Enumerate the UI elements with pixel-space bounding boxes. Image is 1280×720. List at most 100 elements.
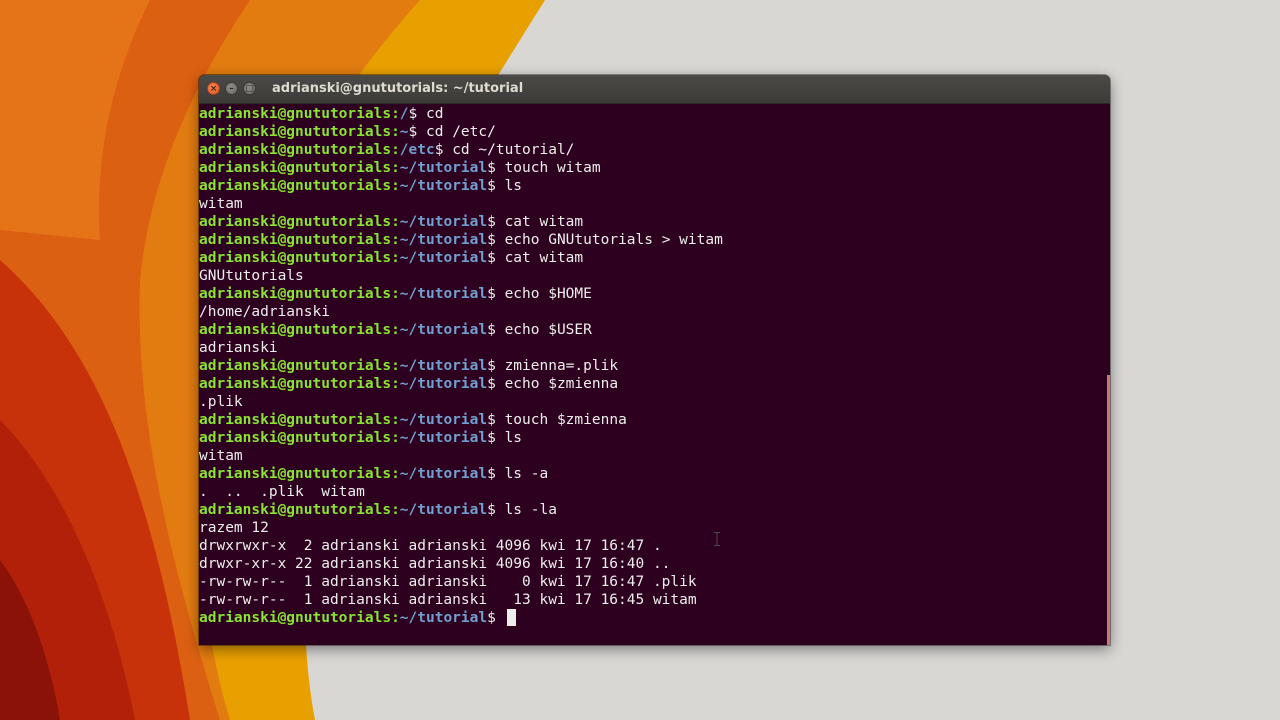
- prompt-colon: :: [391, 412, 400, 428]
- prompt-line: adrianski@gnututorials:~/tutorial$ cat w…: [199, 249, 1104, 267]
- terminal-output[interactable]: adrianski@gnututorials:/$ cd adrianski@gn…: [199, 105, 1104, 645]
- prompt-colon: :: [391, 376, 400, 392]
- prompt-colon: :: [391, 466, 400, 482]
- prompt-path: ~/tutorial: [399, 214, 488, 230]
- output-line: drwxrwxr-x 2 adrianski adrianski 4096 kw…: [199, 538, 662, 554]
- prompt-line: adrianski@gnututorials:~/tutorial$ ls: [199, 177, 1104, 195]
- command-text: touch witam: [504, 160, 601, 176]
- prompt-user: adrianski@gnututorials: [199, 430, 392, 446]
- prompt-line: adrianski@gnututorials:/$ cd: [199, 105, 1104, 123]
- prompt-colon: :: [391, 250, 400, 266]
- minimize-button[interactable]: –: [225, 82, 238, 95]
- prompt-path: ~/tutorial: [399, 250, 488, 266]
- command-text: ls -la: [504, 502, 557, 518]
- prompt-path: ~/tutorial: [399, 376, 488, 392]
- prompt-path: ~/tutorial: [399, 358, 488, 374]
- output-line: GNUtutorials: [199, 268, 304, 284]
- prompt-colon: :: [391, 358, 400, 374]
- prompt-path: /etc: [399, 142, 435, 158]
- prompt-user: adrianski@gnututorials: [199, 250, 392, 266]
- prompt-dollar: $: [487, 610, 505, 626]
- prompt-path: ~/tutorial: [399, 430, 488, 446]
- text-cursor-icon: [714, 532, 720, 546]
- prompt-path: ~/tutorial: [399, 322, 488, 338]
- prompt-dollar: $: [487, 376, 505, 392]
- command-text: touch $zmienna: [504, 412, 627, 428]
- prompt-user: adrianski@gnututorials: [199, 466, 392, 482]
- prompt-user: adrianski@gnututorials: [199, 412, 392, 428]
- terminal-window[interactable]: × – □ adrianski@gnututorials: ~/tutorial…: [199, 75, 1110, 645]
- command-text: zmienna=.plik: [504, 358, 619, 374]
- prompt-user: adrianski@gnututorials: [199, 502, 392, 518]
- prompt-path: /: [399, 106, 409, 122]
- prompt-line: adrianski@gnututorials:~/tutorial$ echo …: [199, 321, 1104, 339]
- output-line: witam: [199, 196, 243, 212]
- prompt-colon: :: [391, 232, 400, 248]
- prompt-line: adrianski@gnututorials:/etc$ cd ~/tutori…: [199, 141, 1104, 159]
- prompt-colon: :: [391, 286, 400, 302]
- output-line: razem 12: [199, 520, 269, 536]
- prompt-dollar: $: [487, 232, 505, 248]
- prompt-user: adrianski@gnututorials: [199, 376, 392, 392]
- prompt-path: ~: [399, 124, 409, 140]
- command-text: ls: [504, 430, 523, 446]
- prompt-dollar: $: [487, 178, 505, 194]
- prompt-user: adrianski@gnututorials: [199, 358, 392, 374]
- command-text: echo $USER: [504, 322, 592, 338]
- prompt-colon: :: [391, 610, 400, 626]
- command-text: echo $HOME: [504, 286, 592, 302]
- prompt-user: adrianski@gnututorials: [199, 286, 392, 302]
- prompt-path: ~/tutorial: [399, 286, 488, 302]
- prompt-dollar: $: [487, 214, 505, 230]
- prompt-dollar: $: [487, 286, 505, 302]
- prompt-user: adrianski@gnututorials: [199, 610, 392, 626]
- prompt-colon: :: [391, 322, 400, 338]
- maximize-button[interactable]: □: [243, 82, 256, 95]
- prompt-line: adrianski@gnututorials:~/tutorial$ echo …: [199, 285, 1104, 303]
- window-title: adrianski@gnututorials: ~/tutorial: [272, 81, 524, 96]
- prompt-line: adrianski@gnututorials:~$ cd /etc/: [199, 123, 1104, 141]
- command-text: cat witam: [504, 214, 584, 230]
- prompt-dollar: $: [487, 160, 505, 176]
- prompt-path: ~/tutorial: [399, 412, 488, 428]
- prompt-path: ~/tutorial: [399, 232, 488, 248]
- prompt-dollar: $: [487, 430, 505, 446]
- prompt-colon: :: [391, 502, 400, 518]
- prompt-dollar: $: [487, 466, 505, 482]
- output-line: adrianski: [199, 340, 278, 356]
- prompt-user: adrianski@gnututorials: [199, 214, 392, 230]
- prompt-line: adrianski@gnututorials:~/tutorial$ ls -a: [199, 465, 1104, 483]
- output-line: .plik: [199, 394, 243, 410]
- prompt-dollar: $: [487, 502, 505, 518]
- prompt-colon: :: [391, 430, 400, 446]
- prompt-line: adrianski@gnututorials:~/tutorial$ ls: [199, 429, 1104, 447]
- prompt-line: adrianski@gnututorials:~/tutorial$ touch…: [199, 159, 1104, 177]
- output-line: -rw-rw-r-- 1 adrianski adrianski 13 kwi …: [199, 592, 697, 608]
- prompt-colon: :: [391, 106, 400, 122]
- command-text: ls -a: [504, 466, 549, 482]
- prompt-line: adrianski@gnututorials:~/tutorial$ zmien…: [199, 357, 1104, 375]
- command-text: cd ~/tutorial/: [452, 142, 575, 158]
- command-text: cd: [426, 106, 444, 122]
- prompt-user: adrianski@gnututorials: [199, 322, 392, 338]
- prompt-colon: :: [391, 178, 400, 194]
- close-button[interactable]: ×: [207, 82, 220, 95]
- scrollbar[interactable]: [1107, 375, 1110, 645]
- prompt-line: adrianski@gnututorials:~/tutorial$ echo …: [199, 375, 1104, 393]
- output-line: . .. .plik witam: [199, 484, 365, 500]
- prompt-line: adrianski@gnututorials:~/tutorial$: [199, 609, 1104, 627]
- command-text: cat witam: [504, 250, 584, 266]
- window-titlebar[interactable]: × – □ adrianski@gnututorials: ~/tutorial: [199, 75, 1110, 104]
- output-line: drwxr-xr-x 22 adrianski adrianski 4096 k…: [199, 556, 671, 572]
- terminal-cursor: [506, 609, 516, 626]
- prompt-colon: :: [391, 124, 400, 140]
- prompt-user: adrianski@gnututorials: [199, 160, 392, 176]
- prompt-dollar: $: [487, 358, 505, 374]
- prompt-user: adrianski@gnututorials: [199, 232, 392, 248]
- prompt-user: adrianski@gnututorials: [199, 142, 392, 158]
- prompt-dollar: $: [487, 322, 505, 338]
- prompt-path: ~/tutorial: [399, 502, 488, 518]
- prompt-line: adrianski@gnututorials:~/tutorial$ cat w…: [199, 213, 1104, 231]
- prompt-path: ~/tutorial: [399, 178, 488, 194]
- command-text: ls: [504, 178, 523, 194]
